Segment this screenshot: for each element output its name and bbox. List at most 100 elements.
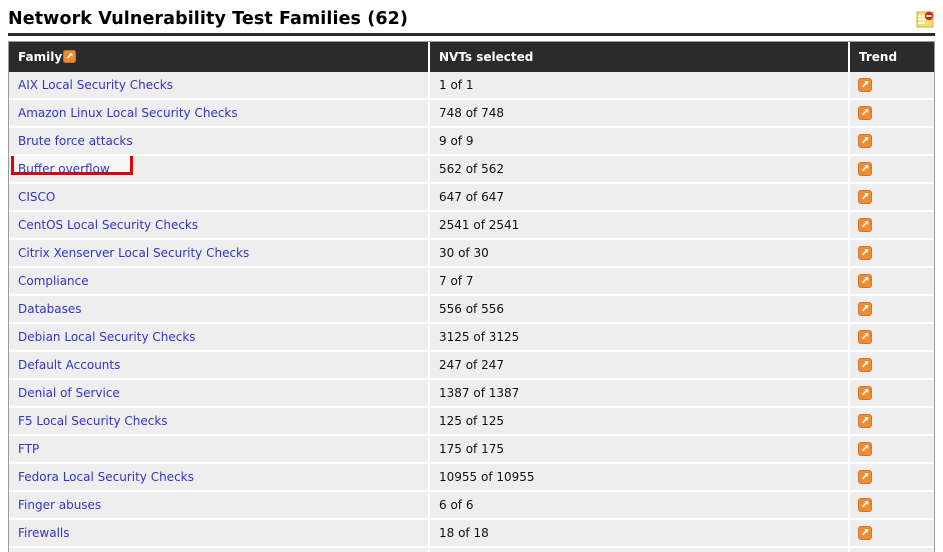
table-header-row: Family NVTs selected Trend [9,42,934,72]
trend-cell [849,183,934,212]
family-link[interactable]: Databases [18,302,82,316]
table-row: Buffer overflow 562 of 562 [9,155,934,184]
family-link[interactable]: Default Accounts [18,358,120,372]
trend-arrow-up-right-icon[interactable] [858,161,872,176]
family-cell: Buffer overflow [9,155,430,184]
table-row: Compliance 7 of 7 [9,267,934,296]
families-table: Family NVTs selected Trend AIX Local Sec… [9,42,934,552]
family-link[interactable]: FTP [18,442,39,456]
family-link[interactable]: Firewalls [18,526,70,540]
table-body: AIX Local Security Checks 1 of 1 Amazon Li… [9,72,934,552]
nvts-selected-cell: 247 of 247 [429,351,850,380]
page-header: Network Vulnerability Test Families (62) [0,0,943,36]
nvts-selected-cell: 556 of 556 [429,295,850,324]
trend-arrow-up-right-icon[interactable] [858,217,872,232]
trend-cell [849,351,934,380]
trend-cell [849,547,934,552]
family-cell: Finger abuses [9,491,430,520]
trend-arrow-up-right-icon[interactable] [858,189,872,204]
page-root: Network Vulnerability Test Families (62) [0,0,943,552]
trend-arrow-up-right-icon[interactable] [858,497,872,512]
family-cell: CISCO [9,183,430,212]
trend-arrow-up-right-icon[interactable] [858,77,872,92]
family-cell: Debian Local Security Checks [9,323,430,352]
sort-arrow-icon[interactable] [63,50,77,63]
trend-arrow-up-right-icon[interactable] [858,469,872,484]
family-cell: Compliance [9,267,430,296]
table-row: Citrix Xenserver Local Security Checks 30… [9,239,934,268]
trend-cell [849,295,934,324]
family-cell: Databases [9,295,430,324]
family-link[interactable]: Finger abuses [18,498,101,512]
trend-cell [849,267,934,296]
family-link[interactable]: Buffer overflow [18,162,110,176]
help-document-icon[interactable] [916,11,934,28]
trend-arrow-up-right-icon[interactable] [858,133,872,148]
table-row: Firewalls 18 of 18 [9,519,934,548]
column-header-family-label: Family [18,49,63,64]
column-header-trend[interactable]: Trend [849,42,934,72]
trend-arrow-up-right-icon[interactable] [858,525,872,540]
family-link[interactable]: Debian Local Security Checks [18,330,196,344]
family-link[interactable]: CISCO [18,190,55,204]
nvts-selected-cell: 125 of 125 [429,407,850,436]
table-row: Databases 556 of 556 [9,295,934,324]
nvts-selected-cell: 748 of 748 [429,99,850,128]
trend-arrow-up-right-icon[interactable] [858,301,872,316]
title-divider [8,33,935,36]
table-row: Brute force attacks 9 of 9 [9,127,934,156]
trend-arrow-up-right-icon[interactable] [858,357,872,372]
trend-arrow-up-right-icon[interactable] [858,245,872,260]
nvts-selected-cell: 1 of 1 [429,72,850,100]
family-cell: Firewalls [9,519,430,548]
nvts-selected-cell: 34 of 34 [429,547,850,552]
trend-cell [849,519,934,548]
trend-cell [849,379,934,408]
family-cell: Amazon Linux Local Security Checks [9,99,430,128]
table-row: FortiOS Local Security Checks34 of 34 [9,547,934,552]
family-link[interactable]: Fedora Local Security Checks [18,470,194,484]
trend-arrow-up-right-icon[interactable] [858,273,872,288]
table-row: Default Accounts 247 of 247 [9,351,934,380]
trend-cell [849,127,934,156]
family-link[interactable]: Compliance [18,274,89,288]
family-link[interactable]: Denial of Service [18,386,120,400]
table-row: Fedora Local Security Checks 10955 of 109… [9,463,934,492]
table-row: Denial of Service 1387 of 1387 [9,379,934,408]
trend-arrow-up-right-icon[interactable] [858,105,872,120]
family-cell: AIX Local Security Checks [9,72,430,100]
nvts-selected-cell: 562 of 562 [429,155,850,184]
trend-cell [849,211,934,240]
families-table-container: Family NVTs selected Trend AIX Local Sec… [8,41,935,552]
trend-arrow-up-right-icon[interactable] [858,441,872,456]
nvts-selected-cell: 6 of 6 [429,491,850,520]
trend-arrow-up-right-icon[interactable] [858,385,872,400]
trend-cell [849,72,934,100]
trend-cell [849,463,934,492]
column-header-nvts-selected[interactable]: NVTs selected [429,42,850,72]
column-header-family[interactable]: Family [9,42,430,72]
family-link[interactable]: Amazon Linux Local Security Checks [18,106,238,120]
family-link[interactable]: Brute force attacks [18,134,133,148]
family-link[interactable]: Citrix Xenserver Local Security Checks [18,246,249,260]
nvts-selected-cell: 10955 of 10955 [429,463,850,492]
trend-arrow-up-right-icon[interactable] [858,413,872,428]
family-cell: F5 Local Security Checks [9,407,430,436]
column-header-nvts-selected-label: NVTs selected [439,49,534,64]
column-header-trend-label: Trend [859,49,898,64]
family-link[interactable]: CentOS Local Security Checks [18,218,198,232]
page-title: Network Vulnerability Test Families (62) [8,9,409,29]
family-cell: Citrix Xenserver Local Security Checks [9,239,430,268]
trend-cell [849,407,934,436]
trend-arrow-up-right-icon[interactable] [858,329,872,344]
nvts-selected-cell: 2541 of 2541 [429,211,850,240]
nvts-selected-cell: 1387 of 1387 [429,379,850,408]
table-row: Amazon Linux Local Security Checks 748 of… [9,99,934,128]
family-link[interactable]: F5 Local Security Checks [18,414,168,428]
table-row: CISCO 647 of 647 [9,183,934,212]
family-link[interactable]: AIX Local Security Checks [18,78,173,92]
family-cell: Brute force attacks [9,127,430,156]
trend-cell [849,155,934,184]
nvts-selected-cell: 18 of 18 [429,519,850,548]
nvts-selected-cell: 647 of 647 [429,183,850,212]
